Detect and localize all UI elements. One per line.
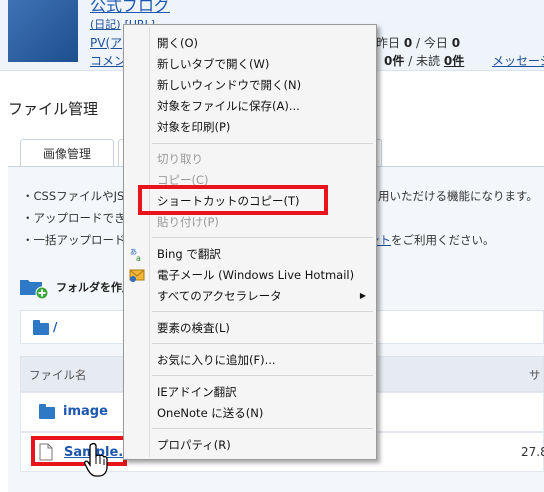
comment-stats: 0件 / 未読 0件 — [384, 52, 464, 69]
menu-item-email[interactable]: 電子メール (Windows Live Hotmail) — [157, 267, 354, 283]
menu-separator — [152, 428, 373, 429]
col-filename[interactable]: ファイル名 — [29, 367, 87, 383]
col-size[interactable]: サ — [529, 367, 541, 383]
folder-icon — [33, 320, 49, 335]
menu-item-send-onenote[interactable]: OneNote に送る(N) — [157, 405, 263, 421]
menu-separator — [152, 311, 373, 312]
menu-item-paste: 貼り付け(P) — [157, 215, 219, 229]
menu-separator — [152, 143, 373, 144]
create-folder-icon[interactable] — [18, 275, 50, 300]
comment-count: 0件 — [384, 54, 405, 68]
file-size: 27.8 — [521, 445, 544, 459]
menu-separator — [152, 237, 373, 238]
pv-yesterday-value: 0 — [403, 36, 413, 50]
info-tail-3-text: をご利用ください。 — [391, 233, 495, 247]
message-link[interactable]: メッセージ — [492, 52, 544, 69]
create-folder-label[interactable]: フォルダを作成 — [56, 279, 133, 295]
file-name-link[interactable]: image — [63, 404, 108, 419]
unread-label: / 未読 — [408, 54, 441, 68]
email-icon — [129, 267, 145, 283]
context-menu: 開く(O) 新しいタブで開く(W) 新しいウィンドウで開く(N) 対象をファイル… — [123, 24, 377, 460]
pv-row: PV(ア — [90, 34, 122, 51]
page-title: ファイル管理 — [8, 100, 99, 118]
menu-item-ie-addon-translate[interactable]: IEアドイン翻訳 — [157, 384, 237, 400]
menu-item-save-target[interactable]: 対象をファイルに保存(A)... — [157, 98, 300, 114]
menu-item-bing-translate[interactable]: Bing で翻訳 — [157, 246, 221, 262]
submenu-arrow-icon: ▶ — [359, 291, 366, 300]
menu-item-open-new-window[interactable]: 新しいウィンドウで開く(N) — [157, 77, 301, 93]
hand-cursor-icon — [84, 442, 114, 482]
diary-link[interactable]: (日記) — [90, 18, 121, 31]
menu-separator — [152, 343, 373, 344]
menu-item-open-new-tab[interactable]: 新しいタブで開く(W) — [157, 56, 269, 72]
info-line-2: ・アップロードできる — [22, 211, 137, 225]
info-line-3: ・一括アップロードや — [22, 233, 137, 247]
tab-image-manage[interactable]: 画像管理 — [20, 139, 114, 167]
pv-label[interactable]: PV(ア — [90, 36, 122, 50]
menu-separator — [152, 375, 373, 376]
highlight-box-menu — [138, 185, 328, 215]
menu-item-print-target[interactable]: 対象を印刷(P) — [157, 119, 230, 135]
blog-title-link[interactable]: 公式ブログ — [90, 0, 170, 16]
menu-item-cut: 切り取り — [157, 152, 203, 166]
pv-today-value: 0 — [451, 36, 461, 50]
menu-item-all-accelerators[interactable]: すべてのアクセラレータ — [157, 288, 282, 304]
unread-count[interactable]: 0件 — [444, 54, 464, 68]
blog-thumbnail[interactable] — [8, 0, 78, 62]
bing-translate-icon: あa — [129, 246, 145, 263]
menu-item-open[interactable]: 開く(O) — [157, 35, 198, 51]
pv-stats: 昨日 0 / 今日 0 — [376, 34, 460, 51]
svg-text:a: a — [136, 254, 141, 262]
menu-item-inspect-element[interactable]: 要素の検査(L) — [157, 320, 230, 336]
info-line-1: ・CSSファイルやJS — [22, 189, 125, 203]
folder-icon — [39, 404, 55, 419]
pv-yesterday-label: 昨日 — [376, 36, 401, 50]
current-path[interactable]: / — [53, 320, 57, 334]
info-tail-1: 用いただける機能になります。 — [378, 189, 538, 203]
menu-item-properties[interactable]: プロパティ(R) — [157, 437, 231, 453]
info-tail-3: ントをご利用ください。 — [368, 232, 495, 248]
pv-today-label: / 今日 — [416, 36, 448, 50]
menu-item-add-favorites[interactable]: お気に入りに追加(F)... — [157, 352, 276, 368]
